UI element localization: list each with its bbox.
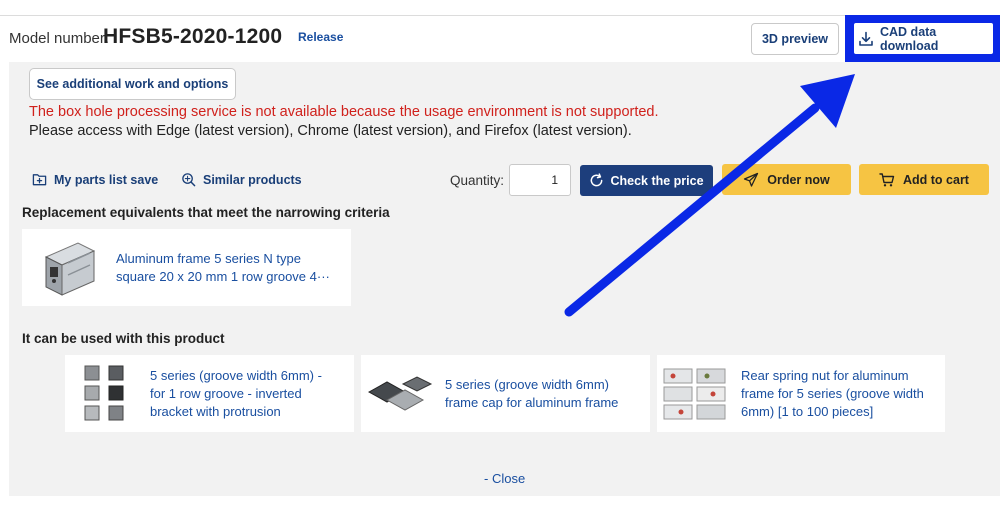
browser-notice: Please access with Edge (latest version)… bbox=[29, 123, 632, 139]
related-2-line-2: frame cap for aluminum frame bbox=[445, 394, 619, 410]
related-2-line-1: 5 series (groove width 6mm) bbox=[445, 376, 609, 392]
related-product-card[interactable]: 5 series (groove width 6mm) frame cap fo… bbox=[361, 355, 650, 432]
related-product-name[interactable]: Rear spring nut for aluminum frame for 5… bbox=[741, 367, 924, 421]
order-now-button[interactable]: Order now bbox=[722, 164, 851, 195]
replacement-name-line-1: Aluminum frame 5 series N type bbox=[116, 250, 301, 266]
related-1-line-2: for 1 row groove - inverted bbox=[150, 385, 302, 401]
order-plane-icon bbox=[744, 172, 759, 187]
bracket-image bbox=[84, 365, 124, 420]
spring-nut-image bbox=[663, 368, 726, 419]
parts-list-save-label: My parts list save bbox=[54, 172, 159, 187]
related-3-line-1: Rear spring nut for aluminum bbox=[741, 367, 909, 383]
parts-list-save-link[interactable]: My parts list save bbox=[32, 172, 158, 187]
aluminum-frame-image bbox=[44, 241, 96, 296]
related-product-card[interactable]: 5 series (groove width 6mm) - for 1 row … bbox=[65, 355, 354, 432]
folder-plus-icon bbox=[32, 174, 47, 186]
close-link[interactable]: - Close bbox=[484, 471, 525, 486]
replacement-name-line-2: square 20 x 20 mm 1 row groove 4··· bbox=[116, 268, 330, 284]
related-product-name[interactable]: 5 series (groove width 6mm) frame cap fo… bbox=[445, 376, 618, 412]
replacement-section-title: Replacement equivalents that meet the na… bbox=[22, 205, 390, 220]
model-number-value: HFSB5-2020-1200 bbox=[103, 25, 283, 48]
similar-products-link[interactable]: Similar products bbox=[181, 172, 302, 187]
options-panel: See additional work and options The box … bbox=[9, 62, 1000, 496]
order-now-label: Order now bbox=[767, 172, 830, 187]
refresh-icon bbox=[591, 173, 603, 187]
additional-work-button[interactable]: See additional work and options bbox=[29, 68, 236, 100]
check-price-label: Check the price bbox=[610, 173, 704, 188]
cad-download-button[interactable]: CAD data download bbox=[854, 23, 993, 54]
similar-products-label: Similar products bbox=[203, 172, 302, 187]
check-price-button[interactable]: Check the price bbox=[580, 165, 713, 196]
quantity-label: Quantity: bbox=[450, 173, 505, 188]
unsupported-warning: The box hole processing service is not a… bbox=[29, 104, 659, 120]
model-number-label: Model number: bbox=[9, 30, 110, 47]
related-product-name[interactable]: 5 series (groove width 6mm) - for 1 row … bbox=[150, 367, 322, 421]
related-3-line-3: 6mm) [1 to 100 pieces] bbox=[741, 403, 874, 419]
cart-icon bbox=[879, 172, 895, 186]
related-section-title: It can be used with this product bbox=[22, 331, 225, 346]
release-link[interactable]: Release bbox=[298, 30, 343, 44]
related-1-line-3: bracket with protrusion bbox=[150, 403, 281, 419]
quantity-input[interactable]: 1 bbox=[509, 164, 571, 196]
add-to-cart-label: Add to cart bbox=[903, 172, 969, 187]
replacement-product-name[interactable]: Aluminum frame 5 series N type square 20… bbox=[116, 250, 330, 286]
download-icon bbox=[859, 31, 873, 46]
related-1-line-1: 5 series (groove width 6mm) - bbox=[150, 367, 322, 383]
3d-preview-button[interactable]: 3D preview bbox=[751, 23, 839, 55]
related-product-card[interactable]: Rear spring nut for aluminum frame for 5… bbox=[657, 355, 945, 432]
frame-cap-image bbox=[367, 375, 433, 411]
similar-search-icon bbox=[182, 173, 196, 187]
add-to-cart-button[interactable]: Add to cart bbox=[859, 164, 989, 195]
replacement-product-card[interactable]: Aluminum frame 5 series N type square 20… bbox=[22, 229, 351, 306]
related-3-line-2: frame for 5 series (groove width bbox=[741, 385, 924, 401]
cad-download-label: CAD data download bbox=[880, 24, 939, 53]
